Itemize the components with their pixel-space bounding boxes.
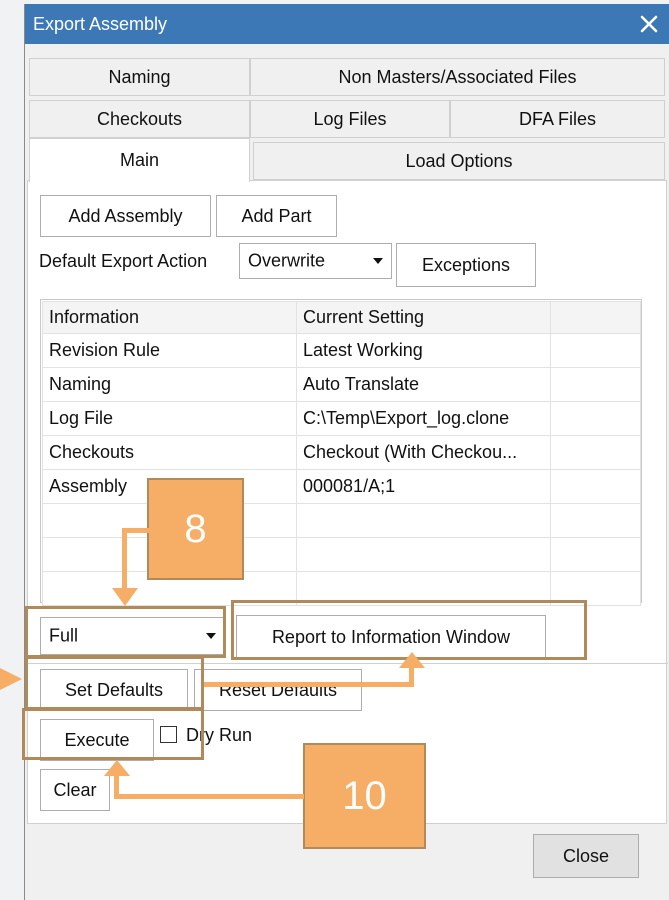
close-button[interactable]: Close: [533, 834, 639, 878]
callout-10-arrow-h: [114, 794, 304, 799]
highlight-report-mode: [25, 606, 226, 658]
table-row[interactable]: [42, 537, 641, 572]
table-cell: [296, 537, 551, 572]
table-row[interactable]: Naming Auto Translate: [42, 367, 641, 402]
table-cell: Checkouts: [42, 435, 297, 470]
table-cell: [550, 401, 641, 436]
table-cell: [296, 503, 551, 538]
tab-load-options[interactable]: Load Options: [253, 142, 665, 180]
table-row[interactable]: Revision Rule Latest Working: [42, 333, 641, 368]
exceptions-button[interactable]: Exceptions: [396, 243, 536, 287]
table-cell: [550, 435, 641, 470]
table-cell: Checkout (With Checkou...: [296, 435, 551, 470]
highlight-set-defaults: [25, 656, 204, 710]
callout-10: 10: [303, 743, 426, 849]
callout-8: 8: [147, 478, 244, 580]
arrow-right-icon: [0, 668, 22, 690]
highlight-execute: [22, 708, 204, 760]
table-row[interactable]: Log File C:\Temp\Export_log.clone: [42, 401, 641, 436]
table-cell: Revision Rule: [42, 333, 297, 368]
table-row[interactable]: Checkouts Checkout (With Checkou...: [42, 435, 641, 470]
callout-10-arrow-v: [114, 772, 119, 799]
table-cell: [550, 333, 641, 368]
arrow-down-icon: [112, 588, 138, 606]
table-cell: Log File: [42, 401, 297, 436]
column-header-current-setting[interactable]: Current Setting: [296, 301, 551, 334]
tab-dfa-files[interactable]: DFA Files: [450, 100, 665, 138]
chevron-down-icon: [373, 258, 383, 264]
table-cell: [550, 503, 641, 538]
column-header-information[interactable]: Information: [42, 301, 297, 334]
callout-8-arrow-v: [122, 528, 127, 592]
reset-defaults-button[interactable]: Reset Defaults: [194, 669, 362, 711]
table-cell: [550, 537, 641, 572]
clear-button[interactable]: Clear: [40, 769, 110, 811]
arrow-up-icon: [104, 760, 130, 776]
tab-non-masters[interactable]: Non Masters/Associated Files: [250, 58, 665, 96]
column-header-extra[interactable]: [550, 301, 641, 334]
table-cell: [550, 367, 641, 402]
table-cell: 000081/A;1: [296, 469, 551, 504]
info-table: Information Current Setting Revision Rul…: [42, 301, 641, 606]
table-cell: Latest Working: [296, 333, 551, 368]
window-title: Export Assembly: [33, 14, 168, 34]
add-assembly-button[interactable]: Add Assembly: [40, 195, 211, 237]
default-export-action-value: Overwrite: [248, 250, 326, 271]
tab-main[interactable]: Main: [29, 138, 250, 182]
table-cell: Auto Translate: [296, 367, 551, 402]
default-export-action-label: Default Export Action: [39, 251, 208, 271]
add-part-button[interactable]: Add Part: [216, 195, 337, 237]
default-export-action-select[interactable]: Overwrite: [239, 243, 392, 279]
arrow-up-icon: [399, 652, 425, 668]
table-cell: Naming: [42, 367, 297, 402]
table-row[interactable]: Assembly 000081/A;1: [42, 469, 641, 504]
tab-naming[interactable]: Naming: [29, 58, 250, 96]
table-header-row: Information Current Setting: [42, 301, 641, 334]
tab-log-files[interactable]: Log Files: [250, 100, 450, 138]
table-cell: C:\Temp\Export_log.clone: [296, 401, 551, 436]
set-defaults-arrow-h: [204, 682, 414, 687]
tab-checkouts[interactable]: Checkouts: [29, 100, 250, 138]
highlight-report-button: [231, 600, 587, 660]
title-bar: Export Assembly: [25, 4, 669, 44]
table-cell: [550, 469, 641, 504]
close-icon[interactable]: [634, 4, 664, 44]
